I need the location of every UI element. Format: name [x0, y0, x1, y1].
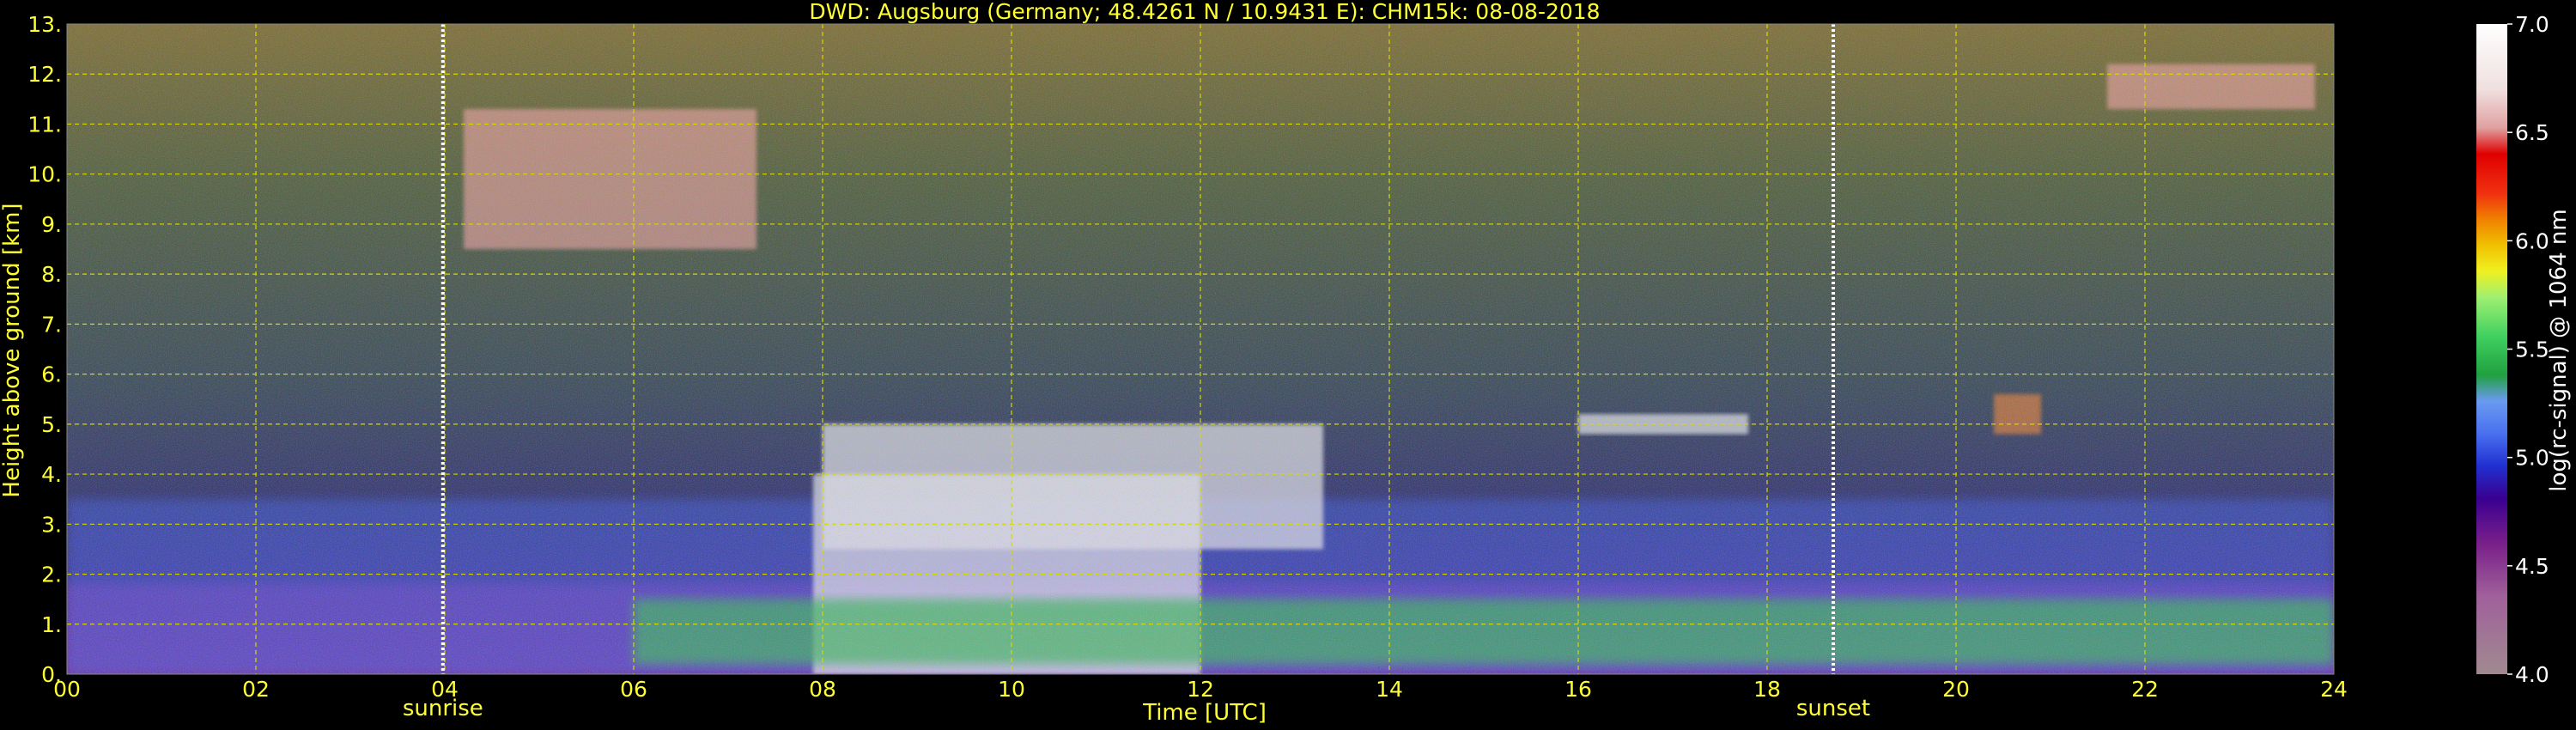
- colorbar-gradient: [2476, 24, 2507, 674]
- colorbar-tick-label: 6.5: [2515, 120, 2549, 145]
- colorbar: 4.0 4.5 5.0 5.5 6.0 6.5 7.0 log(rc-signal) @ 1…: [2476, 12, 2572, 687]
- ceilometer-chart: 00 02 04 06 08 10 12 14 16 18 20 22 24 0.1.2.3.4.5.6…: [0, 0, 2572, 726]
- colorbar-tick-label: 4.0: [2515, 662, 2549, 687]
- x-tick-label: 06: [620, 677, 647, 702]
- x-tick-label: 18: [1753, 677, 1781, 702]
- y-tick-label: 1.: [41, 612, 62, 637]
- y-tick-label: 3.: [41, 512, 62, 537]
- y-tick-label: 10.: [27, 162, 62, 187]
- y-axis-ticks: 0. 1. 2. 3. 4. 5. 6. 7. 8. 9. 10. 11. 12. 13.: [27, 12, 62, 687]
- chart-title: DWD: Augsburg (Germany; 48.4261 N / 10.9…: [809, 0, 1600, 24]
- colorbar-tick-label: 5.5: [2515, 338, 2549, 362]
- colorbar-label: log(rc-signal) @ 1064 nm: [2546, 209, 2572, 491]
- x-axis-label: Time [UTC]: [1142, 700, 1267, 726]
- y-tick-label: 4.: [41, 462, 62, 487]
- y-tick-label: 12.: [27, 62, 62, 87]
- x-tick-label: 14: [1376, 677, 1403, 702]
- x-tick-label: 12: [1187, 677, 1214, 702]
- y-tick-label: 9.: [41, 212, 62, 237]
- colorbar-ticks: 4.0 4.5 5.0 5.5 6.0 6.5 7.0: [2507, 12, 2549, 687]
- x-tick-label: 20: [1942, 677, 1970, 702]
- y-tick-label: 11.: [27, 112, 62, 137]
- y-tick-label: 0.: [41, 662, 62, 687]
- colorbar-tick-label: 4.5: [2515, 554, 2549, 579]
- y-tick-label: 7.: [41, 312, 62, 337]
- x-tick-label: 08: [809, 677, 836, 702]
- y-tick-label: 8.: [41, 262, 62, 287]
- y-tick-label: 13.: [27, 12, 62, 37]
- x-tick-label: 22: [2131, 677, 2159, 702]
- colorbar-tick-label: 7.0: [2515, 12, 2549, 37]
- x-tick-label: 24: [2320, 677, 2348, 702]
- y-axis-label: Height above ground [km]: [0, 203, 25, 497]
- y-tick-label: 2.: [41, 563, 62, 587]
- sunset-label: sunset: [1796, 696, 1870, 721]
- x-tick-label: 10: [998, 677, 1025, 702]
- colorbar-tick-label: 5.0: [2515, 446, 2549, 471]
- colorbar-tick-label: 6.0: [2515, 228, 2549, 253]
- plot-area: [66, 23, 2335, 675]
- x-tick-label: 02: [242, 677, 270, 702]
- x-axis-ticks: 00 02 04 06 08 10 12 14 16 18 20 22 24: [53, 677, 2348, 702]
- x-tick-label: 16: [1564, 677, 1592, 702]
- y-tick-label: 6.: [41, 362, 62, 387]
- y-tick-label: 5.: [41, 412, 62, 437]
- sunrise-label: sunrise: [403, 696, 483, 721]
